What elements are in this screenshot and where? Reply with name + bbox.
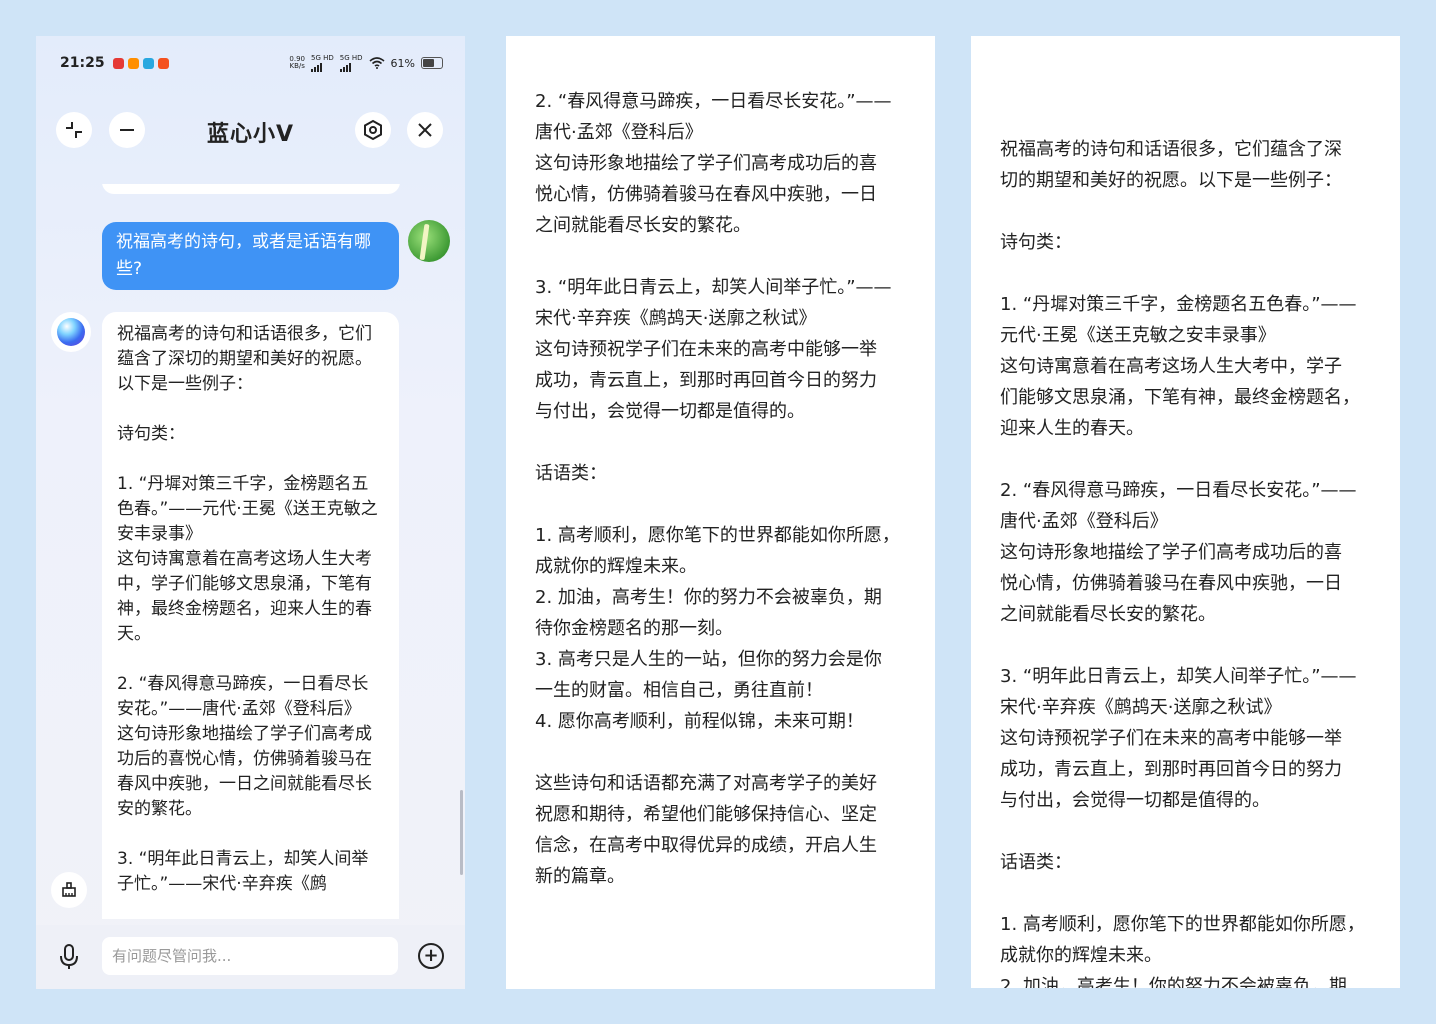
battery-icon bbox=[421, 57, 443, 69]
signal-bars-icon bbox=[311, 62, 334, 72]
response-panel-right: 祝福高考的诗句和话语很多，它们蕴含了深 切的期望和美好的祝愿。以下是一些例子： … bbox=[971, 36, 1400, 988]
battery-fill bbox=[423, 59, 434, 67]
status-time: 21:25 bbox=[60, 55, 105, 71]
microphone-icon bbox=[60, 944, 78, 969]
close-button[interactable] bbox=[407, 112, 443, 148]
signal-2: 5G HD bbox=[339, 53, 363, 72]
network-label-1: 5G HD bbox=[311, 53, 334, 62]
app-header: 蓝心小V bbox=[36, 110, 465, 154]
page-title: 蓝心小V bbox=[206, 122, 295, 147]
bot-message[interactable]: 祝福高考的诗句和话语很多，它们蕴含了深切的期望和美好的祝愿。以下是一些例子： 诗… bbox=[102, 312, 399, 919]
speed-unit: KB/s bbox=[289, 62, 305, 70]
message-input[interactable] bbox=[102, 937, 398, 975]
bot-orb-icon bbox=[57, 318, 85, 346]
notification-icons bbox=[112, 57, 169, 69]
clean-chat-button[interactable] bbox=[51, 872, 87, 908]
weibo-notification-icon bbox=[157, 57, 169, 69]
scrollbar[interactable] bbox=[460, 790, 463, 875]
signal-bars-icon bbox=[339, 62, 363, 72]
input-bar: + bbox=[36, 925, 465, 989]
chat-area[interactable]: 祝福高考的诗句，或者是话语有哪些? 祝福高考的诗句和话语很多，它们蕴含了深切的期… bbox=[36, 184, 465, 919]
telegram-notification-icon bbox=[142, 57, 154, 69]
network-speed: 0.90 KB/s bbox=[289, 56, 305, 70]
user-avatar[interactable] bbox=[408, 220, 450, 262]
battery-percent: 61% bbox=[390, 56, 415, 70]
phone-screen: 21:25 0.90 KB/s 5G HD 5G HD 61% 蓝心小V 祝福高… bbox=[36, 36, 465, 989]
settings-button[interactable] bbox=[355, 112, 391, 148]
bot-avatar bbox=[51, 312, 91, 352]
user-message[interactable]: 祝福高考的诗句，或者是话语有哪些? bbox=[102, 222, 399, 290]
close-icon bbox=[418, 123, 432, 137]
app-notification-icon bbox=[112, 57, 124, 69]
settings-icon bbox=[364, 119, 382, 141]
voice-input-button[interactable] bbox=[54, 939, 84, 975]
status-bar: 21:25 0.90 KB/s 5G HD 5G HD 61% bbox=[60, 52, 443, 74]
signal-1: 5G HD bbox=[311, 53, 334, 72]
add-button[interactable]: + bbox=[418, 943, 444, 969]
previous-message-bubble bbox=[102, 184, 400, 194]
response-panel-middle: 2. “春风得意马蹄疾，一日看尽长安花。”—— 唐代·孟郊《登科后》 这句诗形象… bbox=[506, 36, 935, 989]
play-notification-icon bbox=[127, 57, 139, 69]
network-label-2: 5G HD bbox=[339, 53, 363, 62]
wifi-icon bbox=[369, 57, 385, 69]
plus-icon: + bbox=[423, 945, 439, 966]
broom-icon bbox=[62, 882, 76, 897]
status-right: 0.90 KB/s 5G HD 5G HD 61% bbox=[289, 53, 443, 72]
